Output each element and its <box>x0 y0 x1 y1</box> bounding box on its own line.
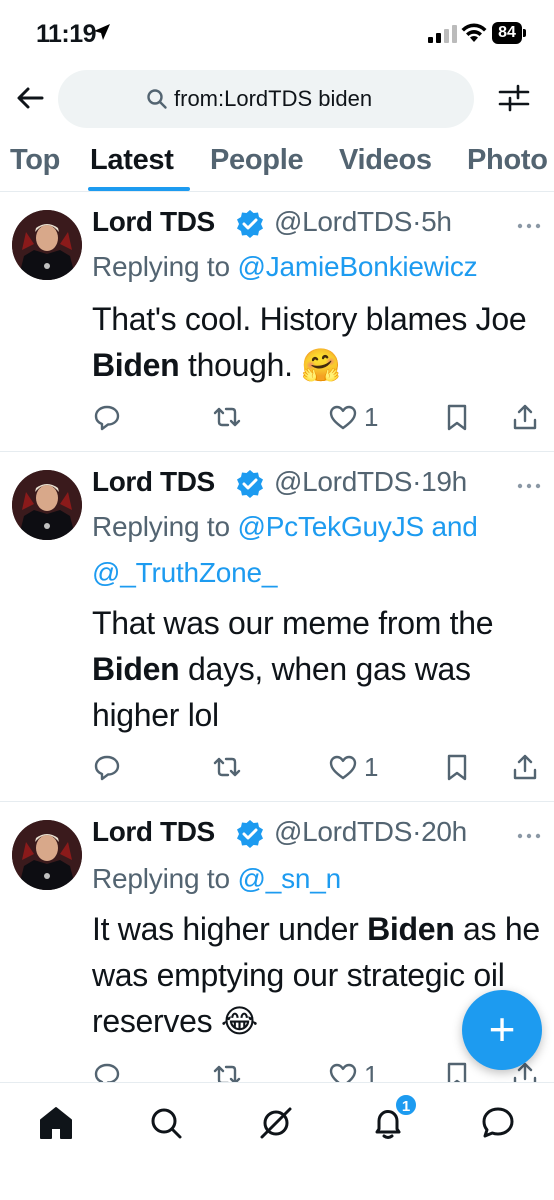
bookmark-button[interactable] <box>442 750 472 784</box>
search-icon <box>147 89 167 109</box>
bookmark-icon <box>447 754 467 781</box>
avatar[interactable] <box>12 210 82 280</box>
like-button[interactable]: 1 <box>328 750 378 784</box>
bookmark-button[interactable] <box>442 400 472 434</box>
status-time: 11:19 <box>36 20 97 48</box>
mention-link[interactable]: @JamieBonkiewicz <box>237 251 477 282</box>
tweet-handle-time[interactable]: @LordTDS·20h <box>274 816 467 848</box>
tab-top[interactable]: Top <box>10 144 60 177</box>
tweet-text-highlight: Biden <box>92 347 180 383</box>
avatar[interactable] <box>12 470 82 540</box>
mention-link[interactable]: @_sn_n <box>237 863 341 894</box>
like-count: 1 <box>364 1059 379 1083</box>
compose-button[interactable]: + <box>462 990 542 1070</box>
avatar[interactable] <box>12 820 82 890</box>
tweet-text-part: That was our meme from the <box>92 605 494 641</box>
replying-to: Replying to @JamieBonkiewicz <box>92 244 478 290</box>
replying-to-label: Replying to <box>92 863 238 894</box>
tweet-text-highlight: Biden <box>367 911 455 947</box>
search-input[interactable]: from:LordTDS biden <box>58 70 474 128</box>
like-icon <box>329 755 357 780</box>
search-query: from:LordTDS biden <box>174 86 373 111</box>
search-header: from:LordTDS biden <box>0 64 554 134</box>
tab-people[interactable]: People <box>210 144 304 177</box>
more-icon[interactable] <box>516 482 542 490</box>
reply-button[interactable] <box>92 400 122 434</box>
replying-to: Replying to @_sn_n <box>92 856 341 902</box>
like-count: 1 <box>364 401 379 432</box>
retweet-icon <box>213 1065 241 1082</box>
tweet-text-part: though. 🤗 <box>179 347 341 383</box>
location-arrow-icon <box>94 24 110 40</box>
tweet-author-name[interactable]: Lord TDS <box>92 206 215 238</box>
tweet-text-highlight: Biden <box>92 651 180 687</box>
search-tabs: Top Latest People Videos Photo <box>0 134 554 192</box>
tweet[interactable]: Lord TDS @LordTDS·5h Replying to @JamieB… <box>0 192 554 452</box>
share-icon <box>513 754 537 780</box>
explore-icon[interactable] <box>146 1103 186 1143</box>
wifi-icon <box>461 23 487 42</box>
tweet-text: That was our meme from the Biden days, w… <box>92 600 547 738</box>
tab-latest[interactable]: Latest <box>90 144 174 177</box>
more-icon[interactable] <box>516 832 542 840</box>
like-icon <box>329 1063 357 1082</box>
verified-badge-icon <box>237 470 263 498</box>
replying-to: Replying to @PcTekGuyJS and @_TruthZone_ <box>92 504 478 596</box>
tweet-handle-time[interactable]: @LordTDS·5h <box>274 206 452 238</box>
verified-badge-icon <box>237 210 263 238</box>
status-bar: 11:19 84 <box>0 0 554 64</box>
more-icon[interactable] <box>516 222 542 230</box>
mention-link[interactable]: @PcTekGuyJS <box>237 511 424 542</box>
tweet-text-part: That's cool. History blames Joe <box>92 301 527 337</box>
reply-button[interactable] <box>92 1058 122 1082</box>
reply-icon <box>94 755 120 781</box>
filter-sliders-icon[interactable] <box>496 80 532 116</box>
mention-link[interactable]: @_TruthZone_ <box>92 557 278 588</box>
retweet-icon <box>213 407 241 427</box>
share-icon <box>513 404 537 430</box>
mention-joiner: and <box>423 511 478 542</box>
home-icon[interactable] <box>36 1103 76 1143</box>
tweet-actions: 1 <box>92 750 547 784</box>
reply-icon <box>94 405 120 431</box>
retweet-button[interactable] <box>212 400 242 434</box>
retweet-button[interactable] <box>212 750 242 784</box>
share-button[interactable] <box>510 400 540 434</box>
back-arrow-icon[interactable] <box>12 80 48 116</box>
notifications-badge: 1 <box>394 1093 418 1117</box>
tweet-handle-time[interactable]: @LordTDS·19h <box>274 466 467 498</box>
active-tab-indicator <box>88 187 190 191</box>
like-icon <box>329 405 357 430</box>
tweet-text-part: It was higher under <box>92 911 368 947</box>
tab-photos[interactable]: Photo <box>467 144 548 177</box>
like-count: 1 <box>364 751 379 782</box>
share-button[interactable] <box>510 750 540 784</box>
reply-button[interactable] <box>92 750 122 784</box>
verified-badge-icon <box>237 820 263 848</box>
messages-icon[interactable] <box>478 1103 518 1143</box>
bottom-nav: 1 <box>0 1082 554 1200</box>
battery-indicator: 84 <box>492 22 526 44</box>
reply-icon <box>94 1063 120 1082</box>
tweet[interactable]: Lord TDS @LordTDS·19h Replying to @PcTek… <box>0 452 554 802</box>
retweet-icon <box>213 757 241 777</box>
replying-to-label: Replying to <box>92 251 238 282</box>
tweet-text: That's cool. History blames Joe Biden th… <box>92 296 547 388</box>
bookmark-icon <box>447 404 467 431</box>
like-button[interactable]: 1 <box>328 400 378 434</box>
replying-to-label: Replying to <box>92 511 238 542</box>
tab-videos[interactable]: Videos <box>339 144 432 177</box>
tweet-author-name[interactable]: Lord TDS <box>92 466 215 498</box>
plus-icon: + <box>488 1003 516 1055</box>
retweet-button[interactable] <box>212 1058 242 1082</box>
tweet-actions: 1 <box>92 400 547 434</box>
like-button[interactable]: 1 <box>328 1058 378 1082</box>
tweet-author-name[interactable]: Lord TDS <box>92 816 215 848</box>
grok-icon[interactable] <box>256 1103 296 1143</box>
cellular-signal-icon <box>428 25 457 43</box>
